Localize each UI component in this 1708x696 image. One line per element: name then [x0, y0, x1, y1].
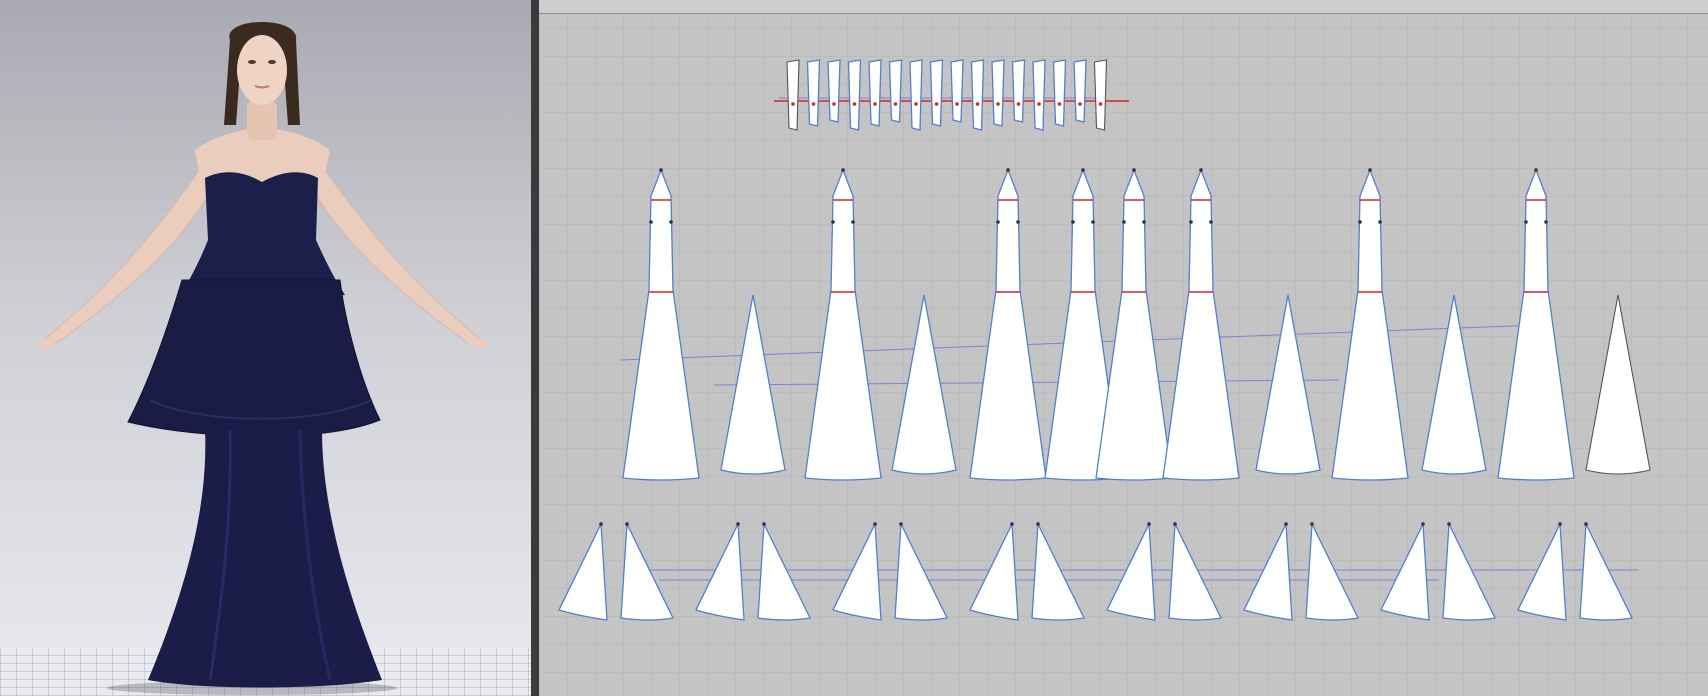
point — [599, 522, 603, 526]
point — [1284, 522, 1288, 526]
pattern-piece[interactable] — [1093, 59, 1108, 131]
point — [996, 220, 1000, 224]
pattern-piece[interactable] — [970, 59, 985, 131]
point — [1091, 220, 1095, 224]
notch — [1016, 102, 1021, 106]
point — [669, 220, 673, 224]
notch — [914, 102, 918, 106]
pattern-piece[interactable] — [1032, 59, 1046, 131]
avatar-with-dress[interactable] — [0, 0, 531, 696]
pattern-canvas[interactable] — [539, 0, 1708, 696]
point — [762, 522, 766, 526]
point — [1173, 522, 1177, 526]
point — [1081, 168, 1085, 172]
pattern-piece[interactable] — [888, 59, 903, 123]
notch — [1098, 102, 1103, 106]
point — [1524, 220, 1528, 224]
point — [1199, 168, 1203, 172]
point — [1142, 220, 1146, 224]
notch — [1078, 102, 1082, 106]
point — [1132, 168, 1136, 172]
notch — [1057, 102, 1062, 106]
notch — [811, 102, 816, 106]
point — [1358, 220, 1362, 224]
clo-workspace — [0, 0, 1708, 696]
pattern-piece[interactable] — [1011, 59, 1026, 123]
neck — [247, 100, 277, 140]
pattern-piece[interactable] — [827, 59, 841, 123]
pattern-piece[interactable] — [1073, 59, 1087, 123]
point — [625, 522, 629, 526]
left-eye — [248, 60, 256, 64]
point — [873, 522, 877, 526]
notch — [996, 102, 1000, 106]
point — [1378, 220, 1382, 224]
notch — [893, 102, 898, 106]
notch — [934, 102, 939, 106]
point — [1016, 220, 1020, 224]
point — [1189, 220, 1193, 224]
2d-pattern-window[interactable] — [539, 0, 1708, 696]
point — [736, 522, 740, 526]
notch — [832, 102, 836, 106]
point — [1544, 220, 1548, 224]
notch — [791, 102, 795, 106]
point — [1558, 522, 1562, 526]
point — [649, 220, 653, 224]
point — [1147, 522, 1151, 526]
notch — [1037, 102, 1041, 106]
notch — [975, 102, 980, 106]
notch — [852, 102, 857, 106]
point — [1010, 522, 1014, 526]
point — [1310, 522, 1314, 526]
pattern-window-topbar — [539, 0, 1708, 14]
peplum — [127, 279, 381, 436]
pattern-piece[interactable] — [1052, 59, 1067, 127]
right-eye — [268, 60, 276, 64]
point — [1368, 168, 1372, 172]
pattern-piece[interactable] — [991, 59, 1005, 127]
pattern-piece[interactable] — [868, 59, 882, 127]
panel-divider[interactable] — [531, 0, 539, 696]
point — [659, 168, 663, 172]
point — [1036, 522, 1040, 526]
point — [1071, 220, 1075, 224]
skirt — [148, 430, 382, 688]
pattern-piece[interactable] — [950, 59, 964, 123]
notch — [955, 102, 959, 106]
point — [1209, 220, 1213, 224]
point — [831, 220, 835, 224]
pattern-piece[interactable] — [806, 59, 821, 127]
face — [237, 35, 287, 105]
pattern-piece[interactable] — [929, 59, 944, 127]
pattern-piece[interactable] — [909, 59, 923, 131]
pattern-piece[interactable] — [847, 59, 862, 131]
point — [1421, 522, 1425, 526]
point — [1006, 168, 1010, 172]
point — [1534, 168, 1538, 172]
point — [1447, 522, 1451, 526]
notch — [873, 102, 877, 106]
point — [841, 168, 845, 172]
point — [1122, 220, 1126, 224]
point — [1584, 522, 1588, 526]
3d-viewport[interactable] — [0, 0, 531, 696]
point — [851, 220, 855, 224]
pattern-piece[interactable] — [786, 59, 800, 131]
point — [899, 522, 903, 526]
